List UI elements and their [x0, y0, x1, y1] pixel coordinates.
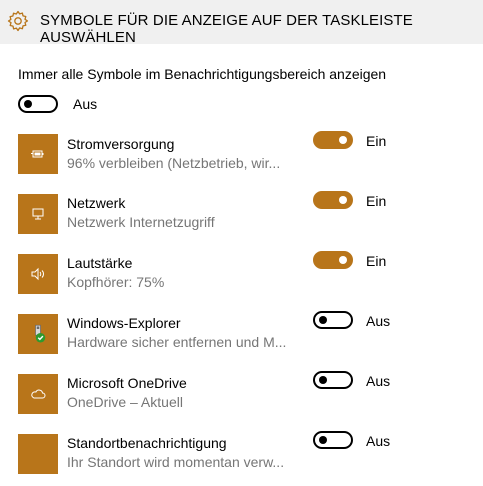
item-title-location: Standortbenachrichtigung — [67, 435, 227, 451]
show-all-icons-label: Immer alle Symbole im Benachrichtigungsb… — [18, 66, 387, 82]
gear-icon — [6, 9, 30, 33]
network-icon — [18, 194, 58, 234]
toggle-knob — [319, 376, 327, 384]
toggle-knob — [24, 100, 32, 108]
item-title-volume: Lautstärke — [67, 255, 133, 271]
battery-icon — [18, 134, 58, 174]
item-subtitle-network: Netzwerk Internetzugriff — [67, 214, 215, 230]
item-title-onedrive: Microsoft OneDrive — [67, 375, 187, 391]
item-title-network: Netzwerk — [67, 195, 126, 211]
toggle-knob — [339, 136, 347, 144]
item-subtitle-explorer: Hardware sicher entfernen und M... — [67, 334, 287, 350]
toggle-knob — [339, 196, 347, 204]
toggle-explorer[interactable] — [313, 311, 353, 329]
toggle-knob — [339, 256, 347, 264]
item-subtitle-onedrive: OneDrive – Aktuell — [67, 394, 183, 410]
item-subtitle-volume: Kopfhörer: 75% — [67, 274, 165, 290]
show-all-icons-state: Aus — [73, 96, 98, 112]
usb-safe-remove-icon — [18, 314, 58, 354]
state-network: Ein — [366, 193, 387, 209]
toggle-location[interactable] — [313, 431, 353, 449]
toggle-volume[interactable] — [313, 251, 353, 269]
toggle-knob — [319, 436, 327, 444]
page-title: SYMBOLE FÜR DIE ANZEIGE AUF DER TASKLEIS… — [40, 12, 413, 46]
item-subtitle-power: 96% verbleiben (Netzbetrieb, wir... — [67, 155, 281, 171]
toggle-network[interactable] — [313, 191, 353, 209]
state-location: Aus — [366, 433, 391, 449]
show-all-icons-toggle[interactable] — [18, 95, 58, 113]
state-volume: Ein — [366, 253, 387, 269]
state-explorer: Aus — [366, 313, 391, 329]
item-subtitle-location: Ihr Standort wird momentan verw... — [67, 454, 285, 470]
toggle-knob — [319, 316, 327, 324]
toggle-power[interactable] — [313, 131, 353, 149]
item-title-power: Stromversorgung — [67, 136, 175, 152]
toggle-onedrive[interactable] — [313, 371, 353, 389]
location-icon — [18, 434, 58, 474]
state-onedrive: Aus — [366, 373, 391, 389]
state-power: Ein — [366, 133, 387, 149]
page-header: SYMBOLE FÜR DIE ANZEIGE AUF DER TASKLEIS… — [0, 0, 483, 46]
cloud-icon — [18, 374, 58, 414]
item-title-explorer: Windows-Explorer — [67, 315, 181, 331]
speaker-icon — [18, 254, 58, 294]
